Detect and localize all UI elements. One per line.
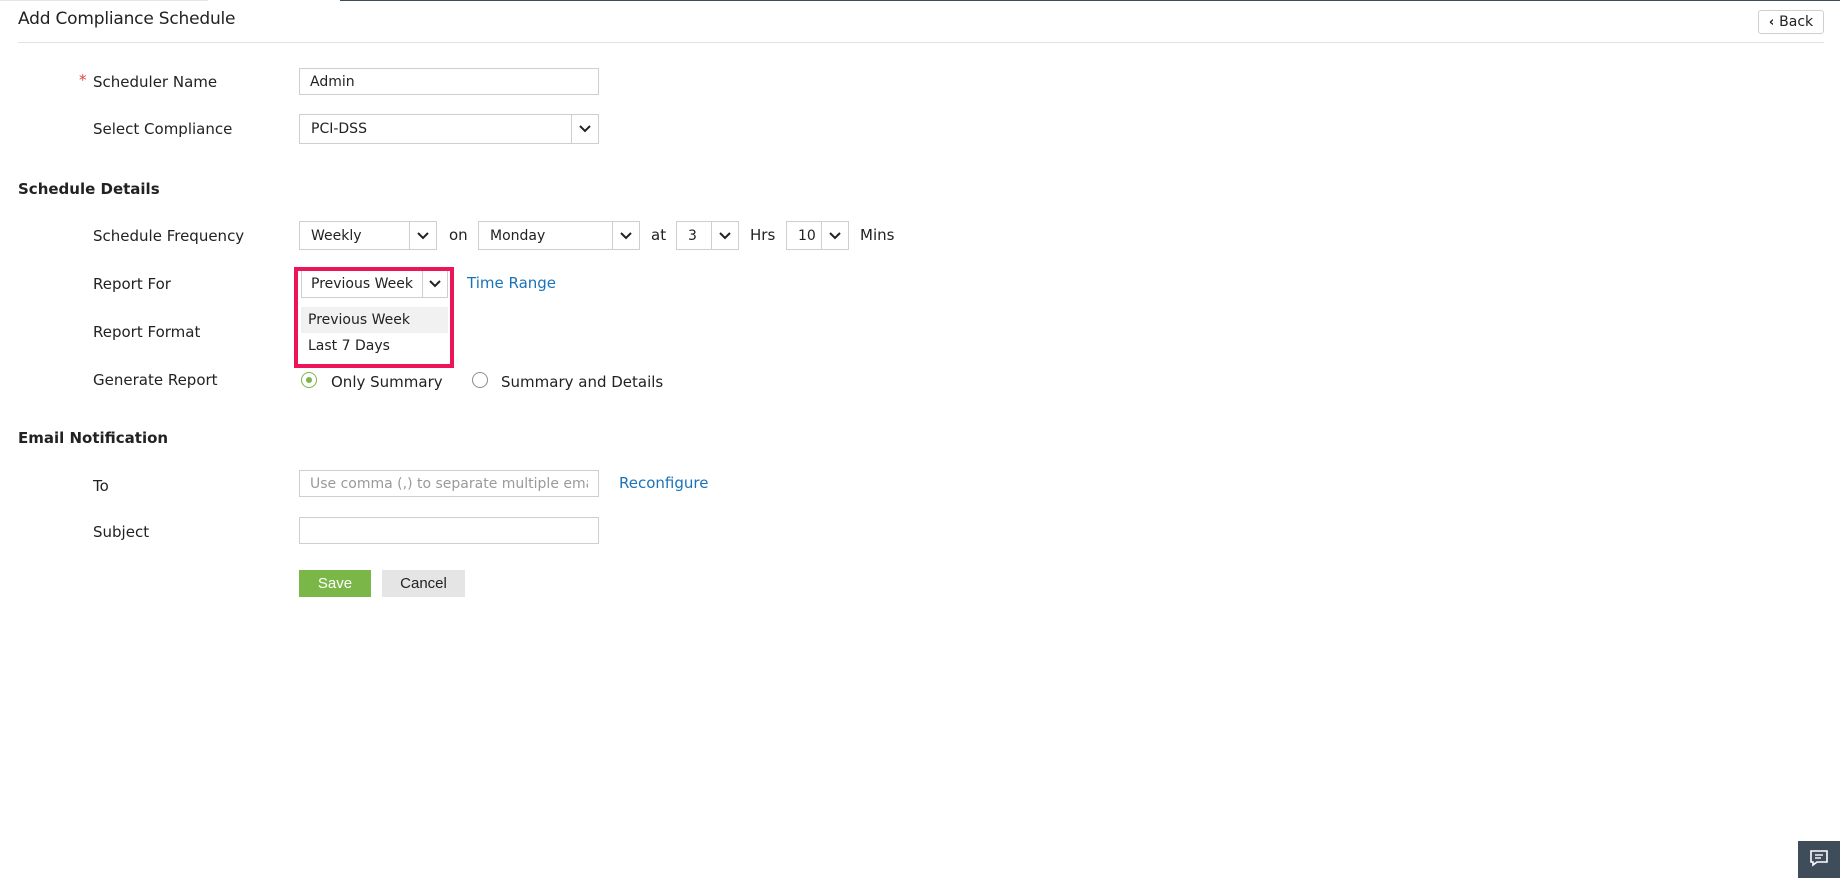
reconfigure-link[interactable]: Reconfigure [619, 474, 708, 492]
chevron-down-icon [612, 222, 639, 249]
back-button[interactable]: ‹ Back [1758, 10, 1824, 34]
back-label: Back [1779, 14, 1814, 30]
compliance-select[interactable]: PCI-DSS [299, 114, 599, 144]
highlight-annotation-box [294, 267, 454, 368]
email-notification-heading: Email Notification [18, 429, 169, 447]
compliance-select-value: PCI-DSS [311, 121, 367, 137]
subject-label: Subject [93, 523, 150, 541]
day-select-value: Monday [490, 227, 546, 244]
subject-input[interactable] [299, 517, 599, 544]
chevron-left-icon: ‹ [1768, 14, 1775, 30]
schedule-frequency-label: Schedule Frequency [93, 227, 245, 245]
day-select[interactable]: Monday [478, 221, 640, 250]
frequency-select[interactable]: Weekly [299, 221, 437, 250]
page-title: Add Compliance Schedule [18, 9, 236, 29]
chevron-down-icon [821, 222, 848, 249]
save-button[interactable]: Save [299, 570, 371, 597]
chevron-down-icon [711, 222, 738, 249]
on-text: on [449, 226, 468, 244]
chevron-down-icon [571, 115, 598, 143]
email-to-input[interactable] [299, 470, 599, 497]
minutes-select[interactable]: 10 [786, 221, 849, 250]
mins-text: Mins [860, 226, 895, 244]
scheduler-name-label: Scheduler Name [93, 73, 218, 91]
feedback-chat-button[interactable] [1798, 841, 1840, 878]
chat-icon [1809, 849, 1829, 871]
only-summary-label[interactable]: Only Summary [331, 373, 443, 391]
summary-and-details-radio[interactable] [472, 372, 488, 388]
time-range-link[interactable]: Time Range [467, 274, 556, 292]
hours-select[interactable]: 3 [676, 221, 739, 250]
scheduler-name-input[interactable] [299, 68, 599, 95]
cancel-button[interactable]: Cancel [382, 570, 465, 597]
schedule-details-heading: Schedule Details [18, 180, 160, 198]
report-for-label: Report For [93, 275, 171, 293]
at-text: at [651, 226, 667, 244]
top-accent-left [0, 0, 208, 1]
hrs-text: Hrs [750, 226, 776, 244]
top-accent-bar [340, 0, 1840, 1]
frequency-select-value: Weekly [311, 227, 362, 244]
select-compliance-label: Select Compliance [93, 120, 233, 138]
only-summary-radio[interactable] [301, 372, 317, 388]
to-label: To [93, 477, 109, 495]
report-format-label: Report Format [93, 323, 201, 341]
required-marker: * [79, 71, 87, 89]
title-divider [18, 42, 1824, 43]
hours-select-value: 3 [688, 227, 697, 244]
chevron-down-icon [409, 222, 436, 249]
summary-and-details-label[interactable]: Summary and Details [501, 373, 663, 391]
minutes-select-value: 10 [798, 227, 816, 244]
generate-report-label: Generate Report [93, 371, 218, 389]
